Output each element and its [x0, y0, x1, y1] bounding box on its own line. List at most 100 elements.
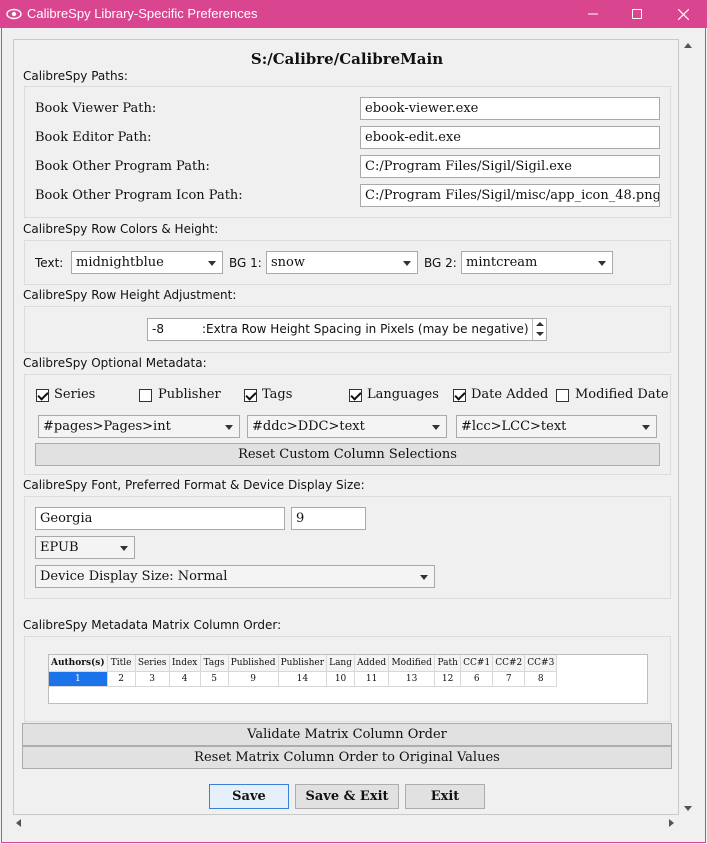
- matrix-header[interactable]: Modified: [388, 655, 436, 672]
- editor-path-input[interactable]: ebook-edit.exe: [360, 126, 660, 149]
- bg2-color-select[interactable]: mintcream: [461, 251, 613, 274]
- matrix-cell[interactable]: 9: [228, 671, 279, 687]
- matrix-header[interactable]: Authors(s): [49, 655, 108, 672]
- custom-column-1-select[interactable]: #pages>Pages>int: [38, 415, 240, 438]
- publisher-checkbox-label: Publisher: [158, 387, 221, 402]
- device-display-size-value: Device Display Size: Normal: [40, 569, 228, 584]
- series-checkbox-label: Series: [54, 387, 96, 402]
- save-button[interactable]: Save: [209, 784, 289, 809]
- custom-column-3-select[interactable]: #lcc>LCC>text: [456, 415, 657, 438]
- bg1-color-value: snow: [271, 255, 305, 270]
- matrix-header[interactable]: Published: [228, 655, 279, 672]
- matrix-cell[interactable]: 6: [460, 671, 494, 687]
- matrix-cell[interactable]: 7: [492, 671, 526, 687]
- other-program-icon-path-label: Book Other Program Icon Path:: [35, 188, 243, 203]
- other-program-path-input[interactable]: C:/Program Files/Sigil/Sigil.exe: [360, 155, 660, 178]
- chevron-down-icon: [403, 261, 411, 266]
- device-display-size-select[interactable]: Device Display Size: Normal: [35, 565, 435, 588]
- matrix-cell[interactable]: 10: [326, 671, 356, 687]
- series-checkbox[interactable]: [36, 389, 49, 402]
- matrix-cell[interactable]: 4: [169, 671, 201, 687]
- matrix-table: Authors(s) Title Series Index Tags Publi…: [49, 655, 558, 687]
- library-path-heading: S:/Calibre/CalibreMain: [250, 50, 444, 68]
- close-icon: [677, 8, 689, 20]
- chevron-down-icon: [642, 425, 650, 430]
- horizontal-scrollbar[interactable]: [13, 815, 679, 831]
- languages-checkbox[interactable]: [349, 389, 362, 402]
- optional-metadata-section-label: CalibreSpy Optional Metadata:: [23, 356, 207, 370]
- other-program-path-label: Book Other Program Path:: [35, 159, 210, 174]
- matrix-header[interactable]: CC#3: [524, 655, 558, 672]
- chevron-down-icon: [432, 425, 440, 430]
- text-color-label: Text:: [35, 256, 64, 270]
- matrix-header[interactable]: Path: [434, 655, 462, 672]
- text-color-value: midnightblue: [76, 255, 164, 270]
- exit-button[interactable]: Exit: [405, 784, 485, 809]
- bg2-color-label: BG 2:: [424, 256, 457, 270]
- scroll-right-icon[interactable]: [669, 819, 674, 827]
- matrix-cell[interactable]: 8: [524, 671, 558, 687]
- text-color-select[interactable]: midnightblue: [71, 251, 223, 274]
- matrix-header[interactable]: Series: [135, 655, 170, 672]
- matrix-header[interactable]: Title: [107, 655, 136, 672]
- matrix-header-row: Authors(s) Title Series Index Tags Publi…: [49, 655, 558, 672]
- scroll-left-icon[interactable]: [16, 819, 21, 827]
- vertical-scrollbar[interactable]: [680, 39, 696, 815]
- matrix-cell[interactable]: 11: [354, 671, 390, 687]
- paths-section-label: CalibreSpy Paths:: [23, 69, 128, 83]
- editor-path-label: Book Editor Path:: [35, 130, 152, 145]
- font-section-label: CalibreSpy Font, Preferred Format & Devi…: [23, 478, 365, 492]
- scroll-down-icon[interactable]: [684, 806, 692, 811]
- modified-date-checkbox[interactable]: [556, 389, 569, 402]
- custom-column-2-value: #ddc>DDC>text: [252, 419, 365, 434]
- matrix-header[interactable]: Index: [169, 655, 201, 672]
- date-added-checkbox-label: Date Added: [471, 387, 549, 402]
- chevron-down-icon: [598, 261, 606, 266]
- matrix-cell[interactable]: 3: [135, 671, 170, 687]
- matrix-section-label: CalibreSpy Metadata Matrix Column Order:: [23, 618, 282, 632]
- matrix-header[interactable]: Tags: [200, 655, 229, 672]
- eye-icon: [6, 8, 22, 20]
- row-height-group: -8:Extra Row Height Spacing in Pixels (m…: [24, 306, 671, 353]
- matrix-cell[interactable]: 12: [434, 671, 462, 687]
- preferred-format-select[interactable]: EPUB: [35, 536, 135, 559]
- spin-down-icon[interactable]: [532, 329, 546, 340]
- close-button[interactable]: [660, 0, 706, 28]
- preferred-format-value: EPUB: [40, 540, 79, 555]
- matrix-header[interactable]: Lang: [326, 655, 356, 672]
- tags-checkbox[interactable]: [244, 389, 257, 402]
- matrix-header[interactable]: CC#2: [492, 655, 526, 672]
- chevron-down-icon: [420, 575, 428, 580]
- matrix-cell[interactable]: 13: [388, 671, 436, 687]
- languages-checkbox-label: Languages: [367, 387, 439, 402]
- window-title: CalibreSpy Library-Specific Preferences: [27, 6, 258, 21]
- row-colors-group: Text: midnightblue BG 1: snow BG 2: mint…: [24, 240, 671, 285]
- matrix-header[interactable]: CC#1: [460, 655, 494, 672]
- publisher-checkbox[interactable]: [139, 389, 152, 402]
- date-added-checkbox[interactable]: [453, 389, 466, 402]
- row-height-spinbox[interactable]: -8:Extra Row Height Spacing in Pixels (m…: [147, 318, 547, 341]
- reset-custom-columns-button[interactable]: Reset Custom Column Selections: [35, 443, 660, 466]
- matrix-cell[interactable]: 5: [200, 671, 229, 687]
- matrix-cell[interactable]: 14: [278, 671, 328, 687]
- font-size-input[interactable]: 9: [291, 507, 366, 530]
- matrix-cell[interactable]: 1: [49, 671, 108, 687]
- save-exit-button[interactable]: Save & Exit: [295, 784, 399, 809]
- validate-matrix-button[interactable]: Validate Matrix Column Order: [22, 723, 672, 746]
- minimize-button[interactable]: [570, 0, 616, 28]
- chevron-down-icon: [120, 546, 128, 551]
- bg1-color-select[interactable]: snow: [266, 251, 418, 274]
- bg1-color-label: BG 1:: [229, 256, 262, 270]
- font-name-input[interactable]: Georgia: [35, 507, 285, 530]
- scroll-up-icon[interactable]: [684, 43, 692, 48]
- chevron-down-icon: [225, 425, 233, 430]
- maximize-button[interactable]: [614, 0, 660, 28]
- viewer-path-input[interactable]: ebook-viewer.exe: [360, 97, 660, 120]
- custom-column-2-select[interactable]: #ddc>DDC>text: [247, 415, 447, 438]
- reset-matrix-button[interactable]: Reset Matrix Column Order to Original Va…: [22, 746, 672, 769]
- custom-column-1-value: #pages>Pages>int: [43, 419, 171, 434]
- matrix-cell[interactable]: 2: [107, 671, 136, 687]
- matrix-header[interactable]: Publisher: [278, 655, 328, 672]
- other-program-icon-path-input[interactable]: C:/Program Files/Sigil/misc/app_icon_48.…: [360, 184, 660, 207]
- matrix-header[interactable]: Added: [354, 655, 390, 672]
